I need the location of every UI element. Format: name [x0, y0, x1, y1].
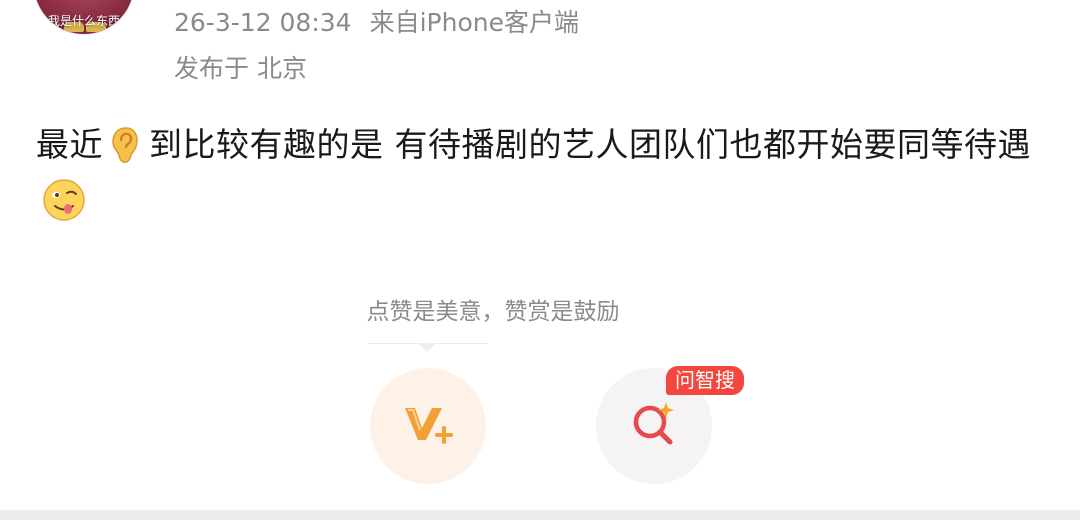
v-plus-icon [402, 402, 454, 450]
post-time: 26-3-12 08:34 [174, 8, 352, 37]
tip-caret-icon [418, 343, 436, 352]
post-source: 来自iPhone客户端 [369, 8, 579, 37]
section-divider [0, 510, 1080, 520]
yummy-face-emoji-icon [42, 178, 86, 236]
post-text-body: 到比较有趣的是 有待播剧的艺人团队们也都开始要同等待遇 [149, 125, 1031, 164]
post-content: 最近 到比较有趣的是 有待播剧的艺人团队们也都开始要同等待遇 [36, 120, 1046, 236]
post-meta: 26-3-12 08:34 来自iPhone客户端 [174, 6, 579, 40]
post-text-start: 最近 [36, 125, 103, 164]
user-avatar[interactable]: 我是什么东西 [34, 0, 134, 34]
post-location: 发布于 北京 [174, 54, 307, 83]
search-badge: 问智搜 [666, 366, 744, 395]
reward-button[interactable] [370, 368, 486, 484]
avatar-caption: 我是什么东西 [47, 14, 120, 28]
sparkle-search-icon [628, 398, 680, 454]
ear-emoji-icon [109, 126, 143, 178]
reward-tip: 点赞是美意，赞赏是鼓励 [366, 299, 620, 325]
